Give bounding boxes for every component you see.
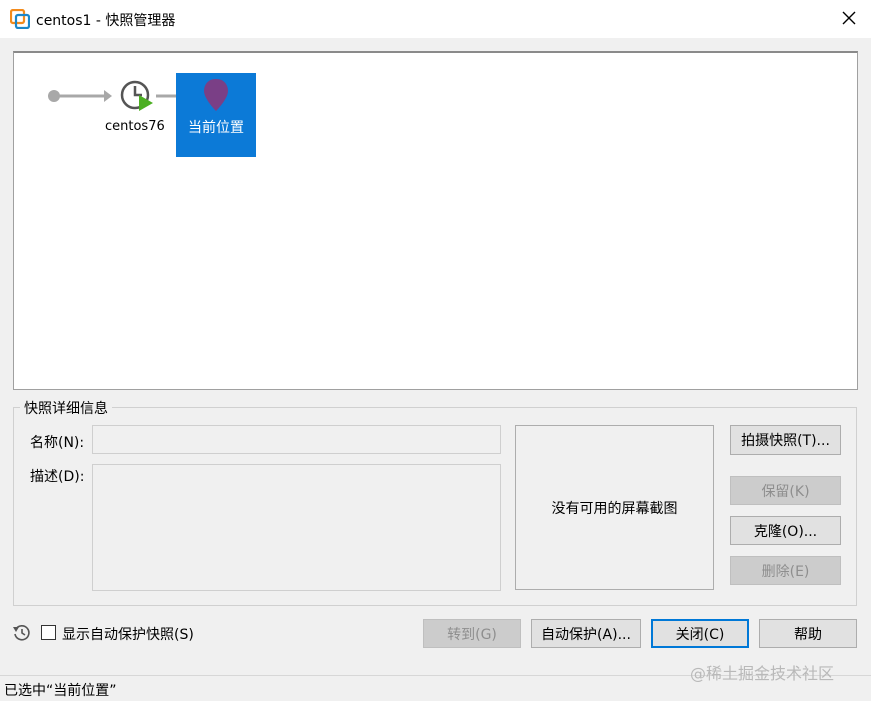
- description-field[interactable]: [92, 464, 501, 591]
- snapshot-clock-icon: [120, 80, 153, 111]
- take-snapshot-button[interactable]: 拍摄快照(T)...: [730, 425, 841, 455]
- show-autoprotect-checkbox[interactable]: [41, 625, 56, 640]
- help-button[interactable]: 帮助: [759, 619, 857, 648]
- description-label: 描述(D):: [30, 469, 85, 485]
- close-window-button[interactable]: [837, 6, 861, 30]
- name-label: 名称(N):: [30, 435, 85, 451]
- keep-button[interactable]: 保留(K): [730, 476, 841, 505]
- arrow-icon: [104, 90, 112, 102]
- name-field[interactable]: [92, 425, 501, 454]
- snapshot-label[interactable]: centos76: [105, 119, 165, 134]
- delete-button[interactable]: 删除(E): [730, 556, 841, 585]
- current-state-label: 当前位置: [188, 120, 244, 136]
- snapshot-tree-panel[interactable]: centos76 当前位置: [13, 51, 858, 390]
- no-screenshot-text: 没有可用的屏幕截图: [551, 500, 678, 517]
- show-autoprotect-label[interactable]: 显示自动保护快照(S): [62, 624, 194, 644]
- close-button[interactable]: 关闭(C): [651, 619, 749, 648]
- status-bar-text: 已选中“当前位置”: [4, 683, 117, 699]
- vmware-app-icon: [10, 9, 30, 29]
- close-icon: [842, 11, 856, 25]
- autoprotect-button[interactable]: 自动保护(A)...: [531, 619, 641, 648]
- screenshot-preview: 没有可用的屏幕截图: [515, 425, 714, 590]
- goto-button[interactable]: 转到(G): [423, 619, 521, 648]
- window-title: centos1 - 快照管理器: [36, 13, 176, 29]
- current-state-node[interactable]: 当前位置: [176, 73, 256, 157]
- snapshot-tree-graph: [48, 80, 192, 111]
- snapshot-details-heading: 快照详细信息: [20, 398, 112, 418]
- title-bar: centos1 - 快照管理器: [0, 0, 871, 38]
- clone-button[interactable]: 克隆(O)...: [730, 516, 841, 545]
- history-icon: [13, 625, 30, 641]
- location-pin-icon: [204, 79, 228, 111]
- watermark: @稀土掘金技术社区: [690, 664, 835, 683]
